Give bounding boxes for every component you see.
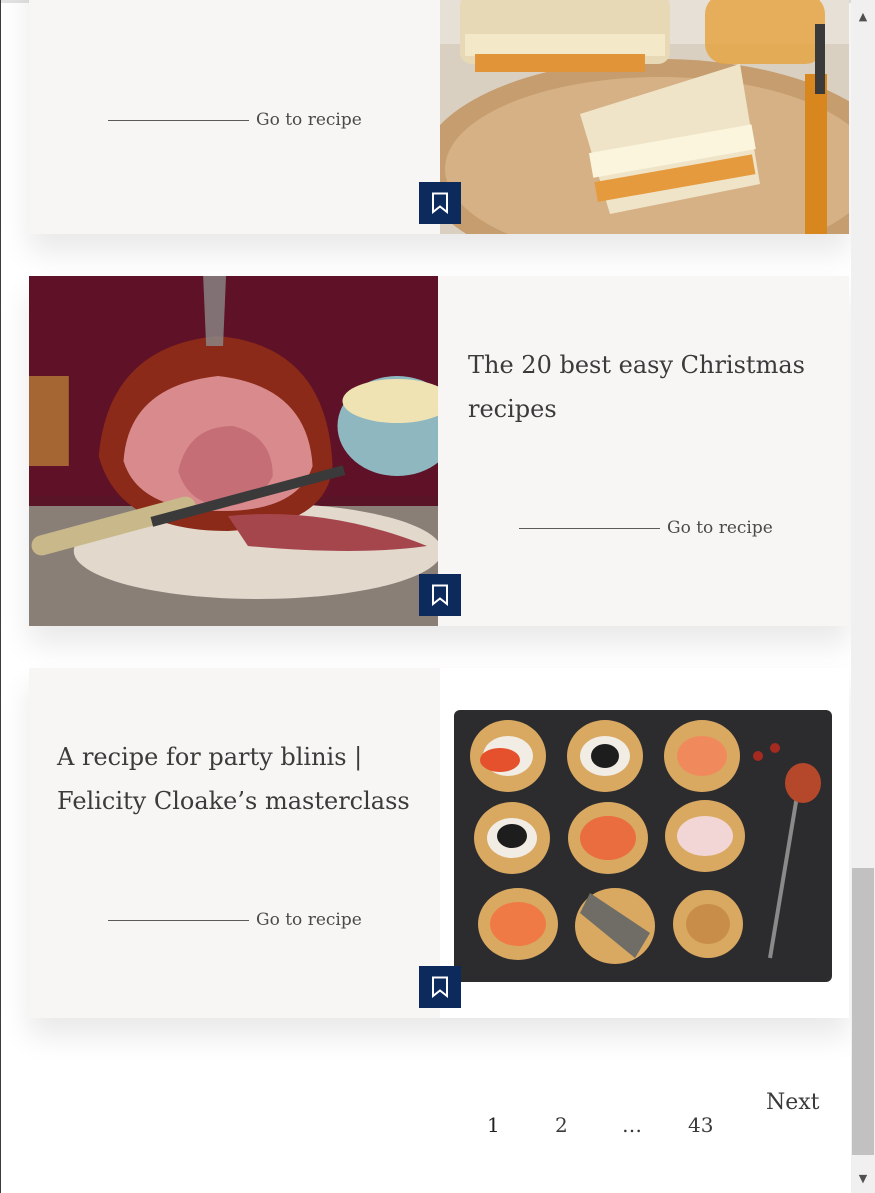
next-page-link[interactable]: Next xyxy=(766,1090,820,1115)
grilled-halloumi-sandwich-photo[interactable] xyxy=(440,0,849,234)
go-to-recipe-link[interactable]: Go to recipe xyxy=(519,518,773,538)
save-bookmark-button[interactable] xyxy=(419,182,461,224)
save-bookmark-button[interactable] xyxy=(419,574,461,616)
scroll-up-arrow-icon[interactable]: ▲ xyxy=(851,4,875,28)
recipe-card-text: The 20 best easy Christmas recipes Go to… xyxy=(440,276,851,626)
recipe-title[interactable]: The 20 best easy Christmas recipes xyxy=(468,343,821,431)
scroll-down-arrow-icon[interactable]: ▼ xyxy=(851,1166,875,1190)
go-to-recipe-link[interactable]: Go to recipe xyxy=(108,910,362,930)
page-43-link[interactable]: 43 xyxy=(688,1113,713,1137)
go-to-recipe-link[interactable]: Go to recipe xyxy=(108,110,362,130)
save-bookmark-button[interactable] xyxy=(419,966,461,1008)
go-to-recipe-label: Go to recipe xyxy=(256,910,362,930)
divider-line xyxy=(108,119,249,121)
divider-line xyxy=(519,527,660,529)
bookmark-icon xyxy=(432,584,448,606)
window-left-border xyxy=(0,0,1,1193)
recipe-title[interactable]: A recipe for party blinis | Felicity Clo… xyxy=(57,735,410,823)
recipe-card-2: The 20 best easy Christmas recipes Go to… xyxy=(29,276,849,626)
divider-line xyxy=(108,919,249,921)
page-1-link[interactable]: 1 xyxy=(487,1113,500,1137)
scrollbar-thumb[interactable] xyxy=(852,868,874,1155)
glazed-ham-photo[interactable] xyxy=(29,276,438,626)
vertical-scrollbar[interactable]: ▲ ▼ xyxy=(851,0,875,1193)
recipe-card-text: Go to recipe xyxy=(29,0,440,234)
bookmark-icon xyxy=(432,192,448,214)
recipe-card-text: A recipe for party blinis | Felicity Clo… xyxy=(29,668,440,1018)
go-to-recipe-label: Go to recipe xyxy=(256,110,362,130)
bookmark-icon xyxy=(432,976,448,998)
party-blinis-photo[interactable] xyxy=(440,668,849,1018)
recipe-card-3: A recipe for party blinis | Felicity Clo… xyxy=(29,668,849,1018)
go-to-recipe-label: Go to recipe xyxy=(667,518,773,538)
page-2-link[interactable]: 2 xyxy=(555,1113,568,1137)
page-ellipsis: … xyxy=(622,1113,642,1137)
recipe-card-1: Go to recipe xyxy=(29,0,849,234)
